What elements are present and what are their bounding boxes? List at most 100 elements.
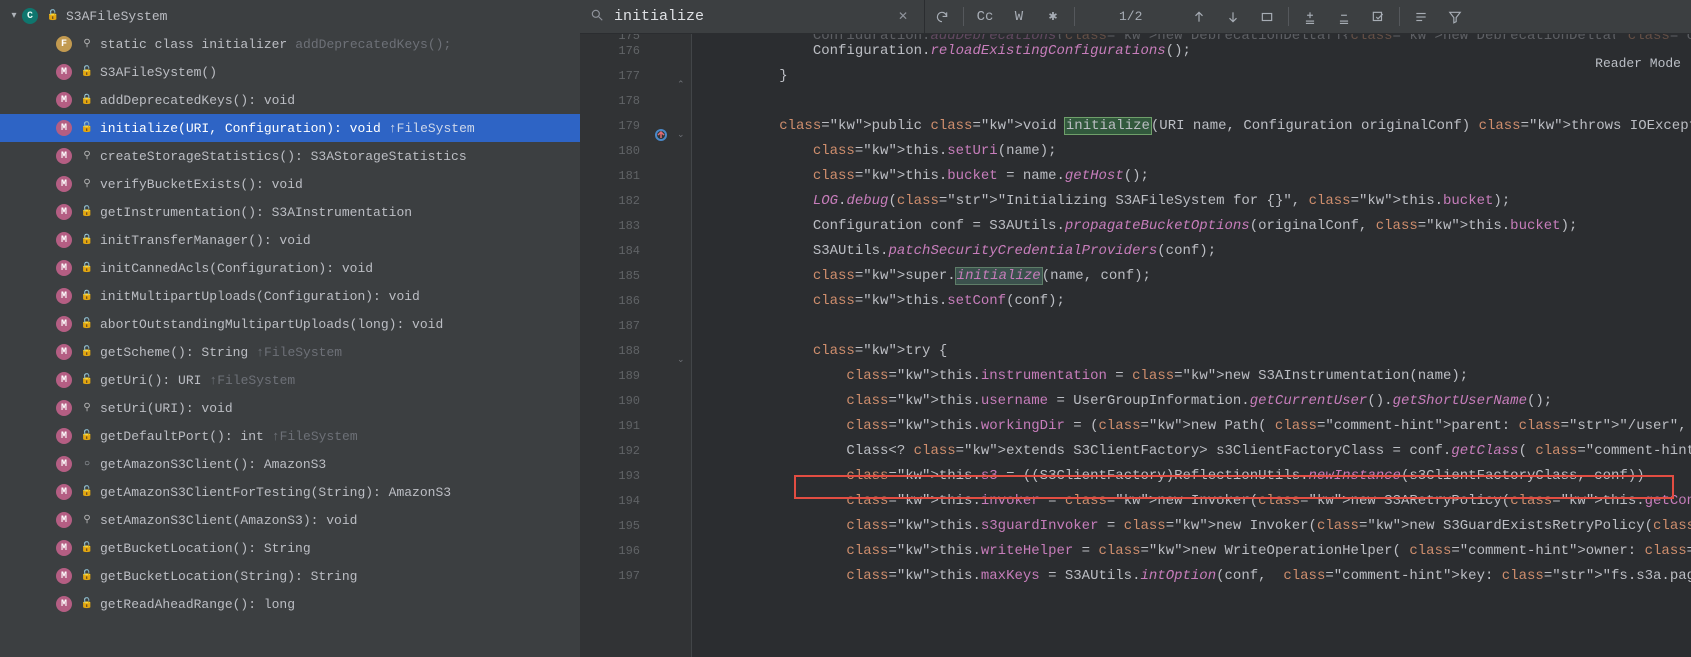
next-match-button[interactable] bbox=[1216, 0, 1250, 33]
key-icon: ⚲ bbox=[80, 149, 94, 163]
code-line[interactable]: LOG.debug(class="str">"Initializing S3AF… bbox=[712, 189, 1691, 214]
select-all-button[interactable] bbox=[1250, 0, 1284, 33]
fold-toggle-icon[interactable]: ⌄ bbox=[677, 355, 685, 365]
code-line[interactable]: class="kw">this.s3guardInvoker = class="… bbox=[712, 514, 1691, 539]
select-all-occurrences-button[interactable] bbox=[1361, 0, 1395, 33]
search-icon bbox=[590, 8, 604, 26]
method-icon: M bbox=[56, 316, 72, 332]
open-icon: 🔓 bbox=[80, 373, 94, 387]
code-line[interactable]: Class<? class="kw">extends S3ClientFacto… bbox=[712, 439, 1691, 464]
structure-member[interactable]: M🔓initialize(URI, Configuration): void↑F… bbox=[0, 114, 580, 142]
prev-match-button[interactable] bbox=[1182, 0, 1216, 33]
code-line[interactable]: class="kw">this.setConf(conf); bbox=[712, 289, 1691, 314]
reader-mode-badge: Reader Mode bbox=[1585, 52, 1691, 75]
code-line[interactable]: class="kw">this.instrumentation = class=… bbox=[712, 364, 1691, 389]
field-icon: F bbox=[56, 36, 72, 52]
code-line[interactable]: } bbox=[712, 64, 1691, 89]
structure-member[interactable]: M🔓getInstrumentation(): S3AInstrumentati… bbox=[0, 198, 580, 226]
member-origin: ↑FileSystem bbox=[389, 121, 475, 136]
structure-member[interactable]: M⚲verifyBucketExists(): void bbox=[0, 170, 580, 198]
structure-member[interactable]: M🔓getScheme(): String↑FileSystem bbox=[0, 338, 580, 366]
regex-button[interactable]: ✱ bbox=[1036, 0, 1070, 33]
code-editor[interactable]: 1751761771781791801811821831841851861871… bbox=[580, 34, 1691, 657]
structure-member[interactable]: M⚲setAmazonS3Client(AmazonS3): void bbox=[0, 506, 580, 534]
code-line[interactable]: class="kw">this.invoker = class="kw">new… bbox=[712, 489, 1691, 514]
method-icon: M bbox=[56, 204, 72, 220]
structure-member[interactable]: M⚲createStorageStatistics(): S3AStorageS… bbox=[0, 142, 580, 170]
member-label: getAmazonS3ClientForTesting(String): Ama… bbox=[100, 485, 451, 500]
member-label: getScheme(): String bbox=[100, 345, 248, 360]
override-marker-icon[interactable] bbox=[654, 128, 668, 146]
method-icon: M bbox=[56, 92, 72, 108]
key-icon: ⚲ bbox=[80, 513, 94, 527]
structure-member[interactable]: M⚲setUri(URI): void bbox=[0, 394, 580, 422]
code-line[interactable]: class="kw">this.bucket = name.getHost(); bbox=[712, 164, 1691, 189]
code-line[interactable] bbox=[712, 314, 1691, 339]
member-label: initCannedAcls(Configuration): void bbox=[100, 261, 373, 276]
member-label: setUri(URI): void bbox=[100, 401, 233, 416]
refresh-icon[interactable] bbox=[925, 0, 959, 33]
more-options-button[interactable] bbox=[1404, 0, 1438, 33]
method-icon: M bbox=[56, 596, 72, 612]
lock-icon: 🔒 bbox=[80, 261, 94, 275]
structure-member[interactable]: M🔓getBucketLocation(String): String bbox=[0, 562, 580, 590]
method-icon: M bbox=[56, 484, 72, 500]
tree-root-class[interactable]: ▾ C 🔓 S3AFileSystem bbox=[0, 2, 580, 30]
structure-member[interactable]: M🔓getDefaultPort(): int↑FileSystem bbox=[0, 422, 580, 450]
code-line[interactable]: class="kw">try { bbox=[712, 339, 1691, 364]
remove-selection-button[interactable] bbox=[1327, 0, 1361, 33]
code-line[interactable]: class="kw">this.workingDir = (class="kw"… bbox=[712, 414, 1691, 439]
unlock-icon: 🔓 bbox=[46, 9, 60, 23]
method-icon: M bbox=[56, 568, 72, 584]
filter-icon[interactable] bbox=[1438, 0, 1472, 33]
open-icon: 🔓 bbox=[80, 345, 94, 359]
structure-member[interactable]: M 🔒 addDeprecatedKeys(): void bbox=[0, 86, 580, 114]
member-label: addDeprecatedKeys(): void bbox=[100, 93, 295, 108]
whole-word-button[interactable]: W bbox=[1002, 0, 1036, 33]
structure-member[interactable]: M🔓abortOutstandingMultipartUploads(long)… bbox=[0, 310, 580, 338]
structure-member[interactable]: M🔒initCannedAcls(Configuration): void bbox=[0, 254, 580, 282]
open-icon: 🔓 bbox=[80, 121, 94, 135]
code-line[interactable]: class="kw">this.s3 = ((S3ClientFactory)R… bbox=[712, 464, 1691, 489]
code-line[interactable]: class="kw">public class="kw">void initia… bbox=[712, 114, 1691, 139]
code-area[interactable]: Configuration.addDeprecations(class="kw"… bbox=[692, 34, 1691, 657]
code-line[interactable]: class="kw">this.setUri(name); bbox=[712, 139, 1691, 164]
close-icon[interactable]: ✕ bbox=[892, 9, 914, 24]
code-line[interactable]: class="kw">super.initialize(name, conf); bbox=[712, 264, 1691, 289]
structure-member[interactable]: M🔓S3AFileSystem() bbox=[0, 58, 580, 86]
member-label: setAmazonS3Client(AmazonS3): void bbox=[100, 513, 357, 528]
chevron-down-icon[interactable]: ▾ bbox=[6, 10, 22, 22]
lock-icon: 🔒 bbox=[80, 93, 94, 107]
fold-toggle-icon[interactable]: ⌃ bbox=[677, 80, 685, 90]
code-line[interactable] bbox=[712, 89, 1691, 114]
member-label: initMultipartUploads(Configuration): voi… bbox=[100, 289, 420, 304]
member-label: S3AFileSystem() bbox=[100, 65, 217, 80]
structure-member[interactable]: M🔓getReadAheadRange(): long bbox=[0, 590, 580, 618]
code-line[interactable]: class="kw">this.writeHelper = class="kw"… bbox=[712, 539, 1691, 564]
structure-member[interactable]: M🔓getBucketLocation(): String bbox=[0, 534, 580, 562]
structure-member[interactable]: M○getAmazonS3Client(): AmazonS3 bbox=[0, 450, 580, 478]
code-line[interactable]: Configuration conf = S3AUtils.propagateB… bbox=[712, 214, 1691, 239]
match-case-button[interactable]: Cc bbox=[968, 0, 1002, 33]
open-icon: 🔓 bbox=[80, 429, 94, 443]
code-line[interactable]: class="kw">this.username = UserGroupInfo… bbox=[712, 389, 1691, 414]
open-icon: 🔓 bbox=[80, 485, 94, 499]
structure-member[interactable]: M🔓getUri(): URI↑FileSystem bbox=[0, 366, 580, 394]
structure-member[interactable]: F⚲static class initializeraddDeprecatedK… bbox=[0, 30, 580, 58]
code-line[interactable]: S3AUtils.patchSecurityCredentialProvider… bbox=[712, 239, 1691, 264]
code-line[interactable]: class="kw">this.maxKeys = S3AUtils.intOp… bbox=[712, 564, 1691, 589]
code-line[interactable]: Configuration.addDeprecations(class="kw"… bbox=[712, 34, 1691, 39]
add-selection-button[interactable] bbox=[1293, 0, 1327, 33]
method-icon: M bbox=[56, 176, 72, 192]
structure-member[interactable]: M 🔓 getAmazonS3ClientForTesting(String): A… bbox=[0, 478, 580, 506]
find-bar: initialize ✕ Cc W ✱ 1/2 bbox=[580, 0, 1691, 34]
structure-member[interactable]: M🔒initTransferManager(): void bbox=[0, 226, 580, 254]
structure-member[interactable]: M🔒initMultipartUploads(Configuration): v… bbox=[0, 282, 580, 310]
member-origin: ↑FileSystem bbox=[272, 429, 358, 444]
marker-column bbox=[650, 34, 674, 657]
member-label: getBucketLocation(String): String bbox=[100, 569, 357, 584]
code-line[interactable]: Configuration.reloadExistingConfiguratio… bbox=[712, 39, 1691, 64]
find-search-box[interactable]: initialize ✕ bbox=[580, 0, 925, 33]
fold-toggle-icon[interactable]: ⌄ bbox=[677, 130, 685, 140]
find-input[interactable]: initialize bbox=[614, 8, 882, 25]
